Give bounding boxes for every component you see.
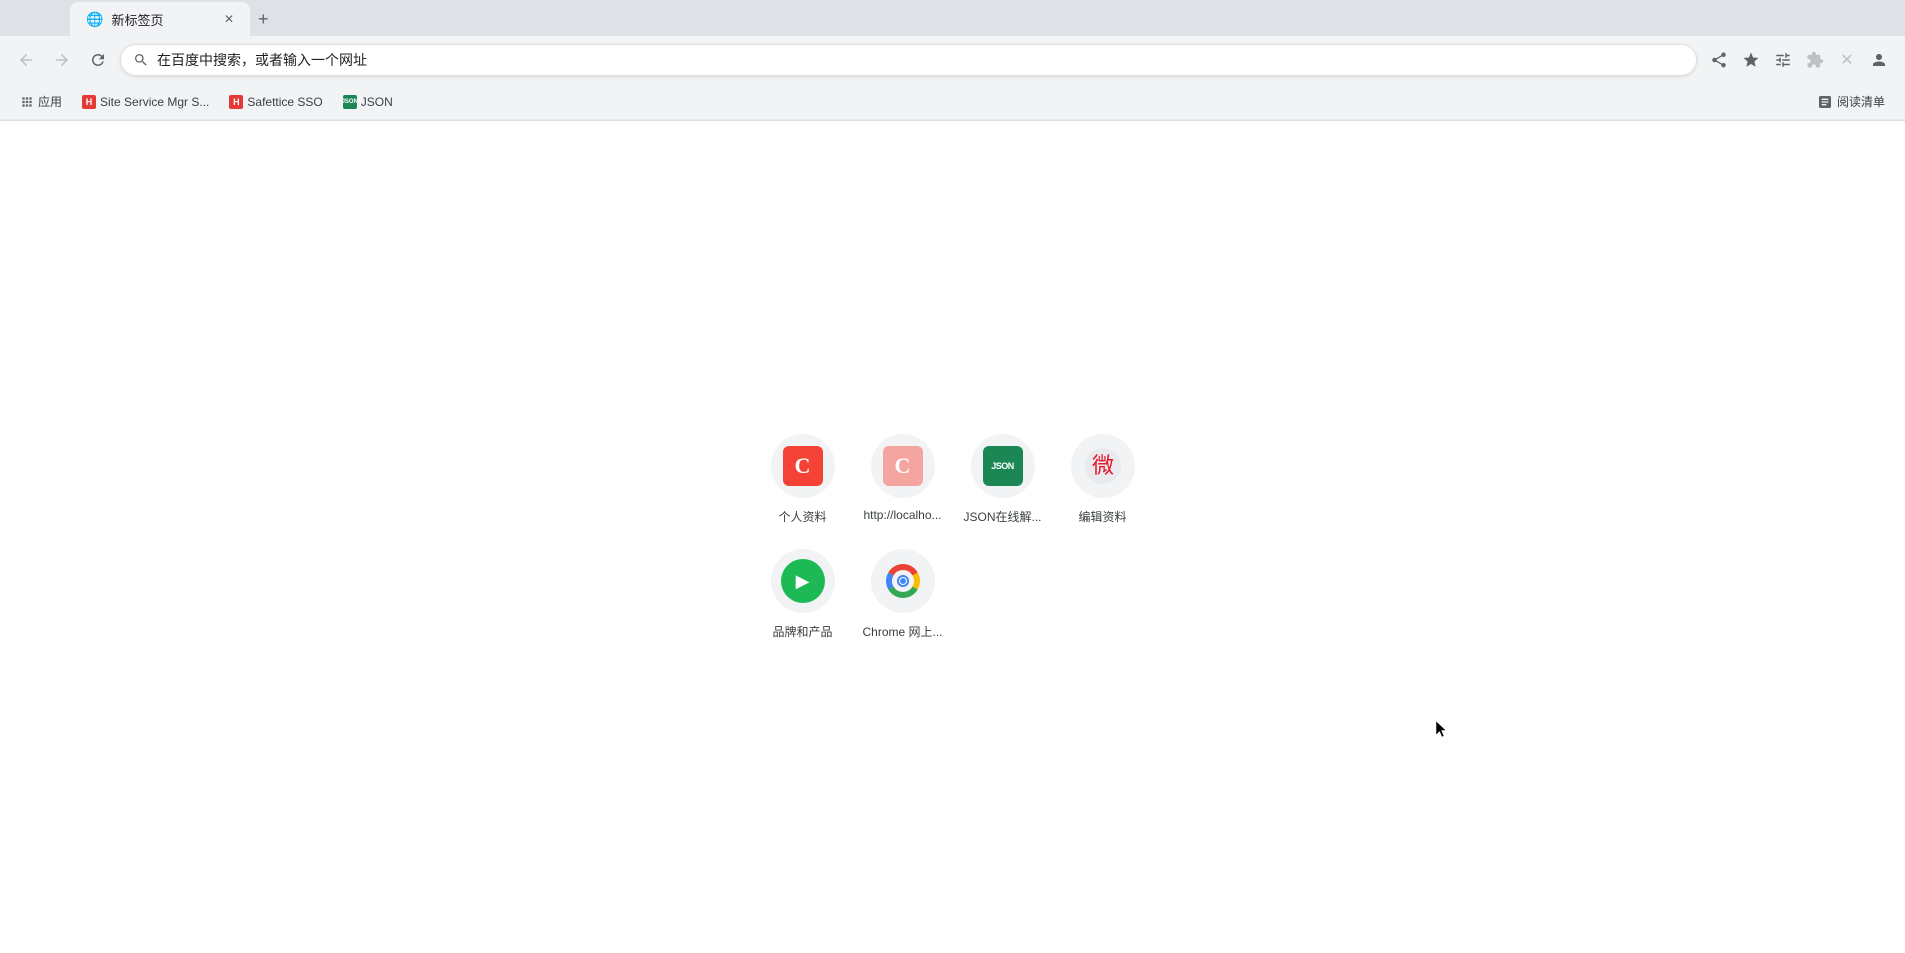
share-button[interactable] xyxy=(1705,46,1733,74)
shortcut-icon-personal-profile: C xyxy=(771,434,835,498)
share-icon xyxy=(1710,51,1728,69)
shortcut-label-json-online: JSON在线解... xyxy=(963,508,1041,525)
shortcut-icon-edit-profile: 微 xyxy=(1071,434,1135,498)
page-content: C 个人资料 C http://localho... JSON JSON在线解.… xyxy=(0,121,1905,953)
bookmarks-bar: 应用 H Site Service Mgr S... H Safettice S… xyxy=(0,84,1905,120)
c-red-light-icon: C xyxy=(883,446,923,486)
safettice-favicon: H xyxy=(229,95,243,109)
shortcuts-grid: C 个人资料 C http://localho... JSON JSON在线解.… xyxy=(753,434,1153,640)
shortcut-personal-profile[interactable]: C 个人资料 xyxy=(753,434,853,525)
shortcut-icon-json-online: JSON xyxy=(971,434,1035,498)
new-tab-btn[interactable]: + xyxy=(250,2,277,36)
shortcut-localhost[interactable]: C http://localho... xyxy=(853,434,953,525)
extension-icon xyxy=(1806,51,1824,69)
close-x-button[interactable]: ✕ xyxy=(1833,46,1861,74)
site-service-favicon: H xyxy=(82,95,96,109)
shortcut-label-personal-profile: 个人资料 xyxy=(778,508,826,525)
shortcut-icon-brand-product: ▶ xyxy=(771,549,835,613)
bookmark-star-button[interactable] xyxy=(1737,46,1765,74)
apps-icon xyxy=(20,95,34,109)
grid-spacer-2 xyxy=(1053,549,1153,640)
browser-chrome: 🌐 新标签页 ✕ + 在百度中搜索，或者输入一个网址 xyxy=(0,0,1905,121)
reading-list-label: 阅读清单 xyxy=(1837,93,1885,110)
shortcut-brand-product[interactable]: ▶ 品牌和产品 xyxy=(753,549,853,640)
profile-icon xyxy=(1870,51,1888,69)
reading-list-icon xyxy=(1817,94,1833,110)
tune-button[interactable] xyxy=(1769,46,1797,74)
shortcut-label-localhost: http://localho... xyxy=(863,508,941,522)
shortcut-label-edit-profile: 编辑资料 xyxy=(1078,508,1126,525)
apps-button[interactable]: 应用 xyxy=(12,89,70,114)
bookmark-site-service[interactable]: H Site Service Mgr S... xyxy=(74,91,217,113)
reload-button[interactable] xyxy=(84,46,112,74)
svg-text:微: 微 xyxy=(1091,453,1113,478)
address-bar-row: 在百度中搜索，或者输入一个网址 ✕ xyxy=(0,36,1905,84)
shortcut-json-online[interactable]: JSON JSON在线解... xyxy=(953,434,1053,525)
star-icon xyxy=(1742,51,1760,69)
tab-favicon: 🌐 xyxy=(86,11,103,28)
active-tab[interactable]: 🌐 新标签页 ✕ xyxy=(70,2,250,36)
shortcut-label-brand-product: 品牌和产品 xyxy=(772,623,832,640)
chrome-icon xyxy=(883,561,923,601)
play-icon: ▶ xyxy=(781,559,825,603)
tab-title: 新标签页 xyxy=(111,10,163,29)
c-red-icon: C xyxy=(783,446,823,486)
json-favicon: JSON xyxy=(343,95,357,109)
back-button[interactable] xyxy=(12,46,40,74)
apps-label: 应用 xyxy=(38,93,62,110)
bookmark-json-label: JSON xyxy=(361,95,393,109)
toolbar-right: ✕ xyxy=(1705,46,1893,74)
reload-icon xyxy=(89,51,107,69)
bookmark-safettice-label: Safettice SSO xyxy=(247,95,322,109)
extensions-button[interactable] xyxy=(1801,46,1829,74)
grid-spacer-1 xyxy=(953,549,1053,640)
shortcut-icon-chrome-web xyxy=(871,549,935,613)
shortcut-chrome-web[interactable]: Chrome 网上... xyxy=(853,549,953,640)
address-bar[interactable]: 在百度中搜索，或者输入一个网址 xyxy=(120,44,1697,76)
tune-icon xyxy=(1774,51,1792,69)
bookmark-site-service-label: Site Service Mgr S... xyxy=(100,95,209,109)
json-online-icon: JSON xyxy=(983,446,1023,486)
baidu-search-icon xyxy=(133,52,149,68)
forward-icon xyxy=(53,51,71,69)
back-icon xyxy=(17,51,35,69)
bookmark-safettice[interactable]: H Safettice SSO xyxy=(221,91,330,113)
tab-close-icon[interactable]: ✕ xyxy=(224,12,234,26)
weibo-icon: 微 xyxy=(1083,446,1123,486)
address-text: 在百度中搜索，或者输入一个网址 xyxy=(157,50,1684,70)
shortcut-edit-profile[interactable]: 微 编辑资料 xyxy=(1053,434,1153,525)
shortcut-label-chrome-web: Chrome 网上... xyxy=(862,623,942,640)
forward-button[interactable] xyxy=(48,46,76,74)
reading-list-button[interactable]: 阅读清单 xyxy=(1809,89,1893,114)
shortcut-icon-localhost: C xyxy=(871,434,935,498)
bookmark-json[interactable]: JSON JSON xyxy=(335,91,401,113)
tab-bar: 🌐 新标签页 ✕ + xyxy=(0,0,1905,36)
profile-button[interactable] xyxy=(1865,46,1893,74)
